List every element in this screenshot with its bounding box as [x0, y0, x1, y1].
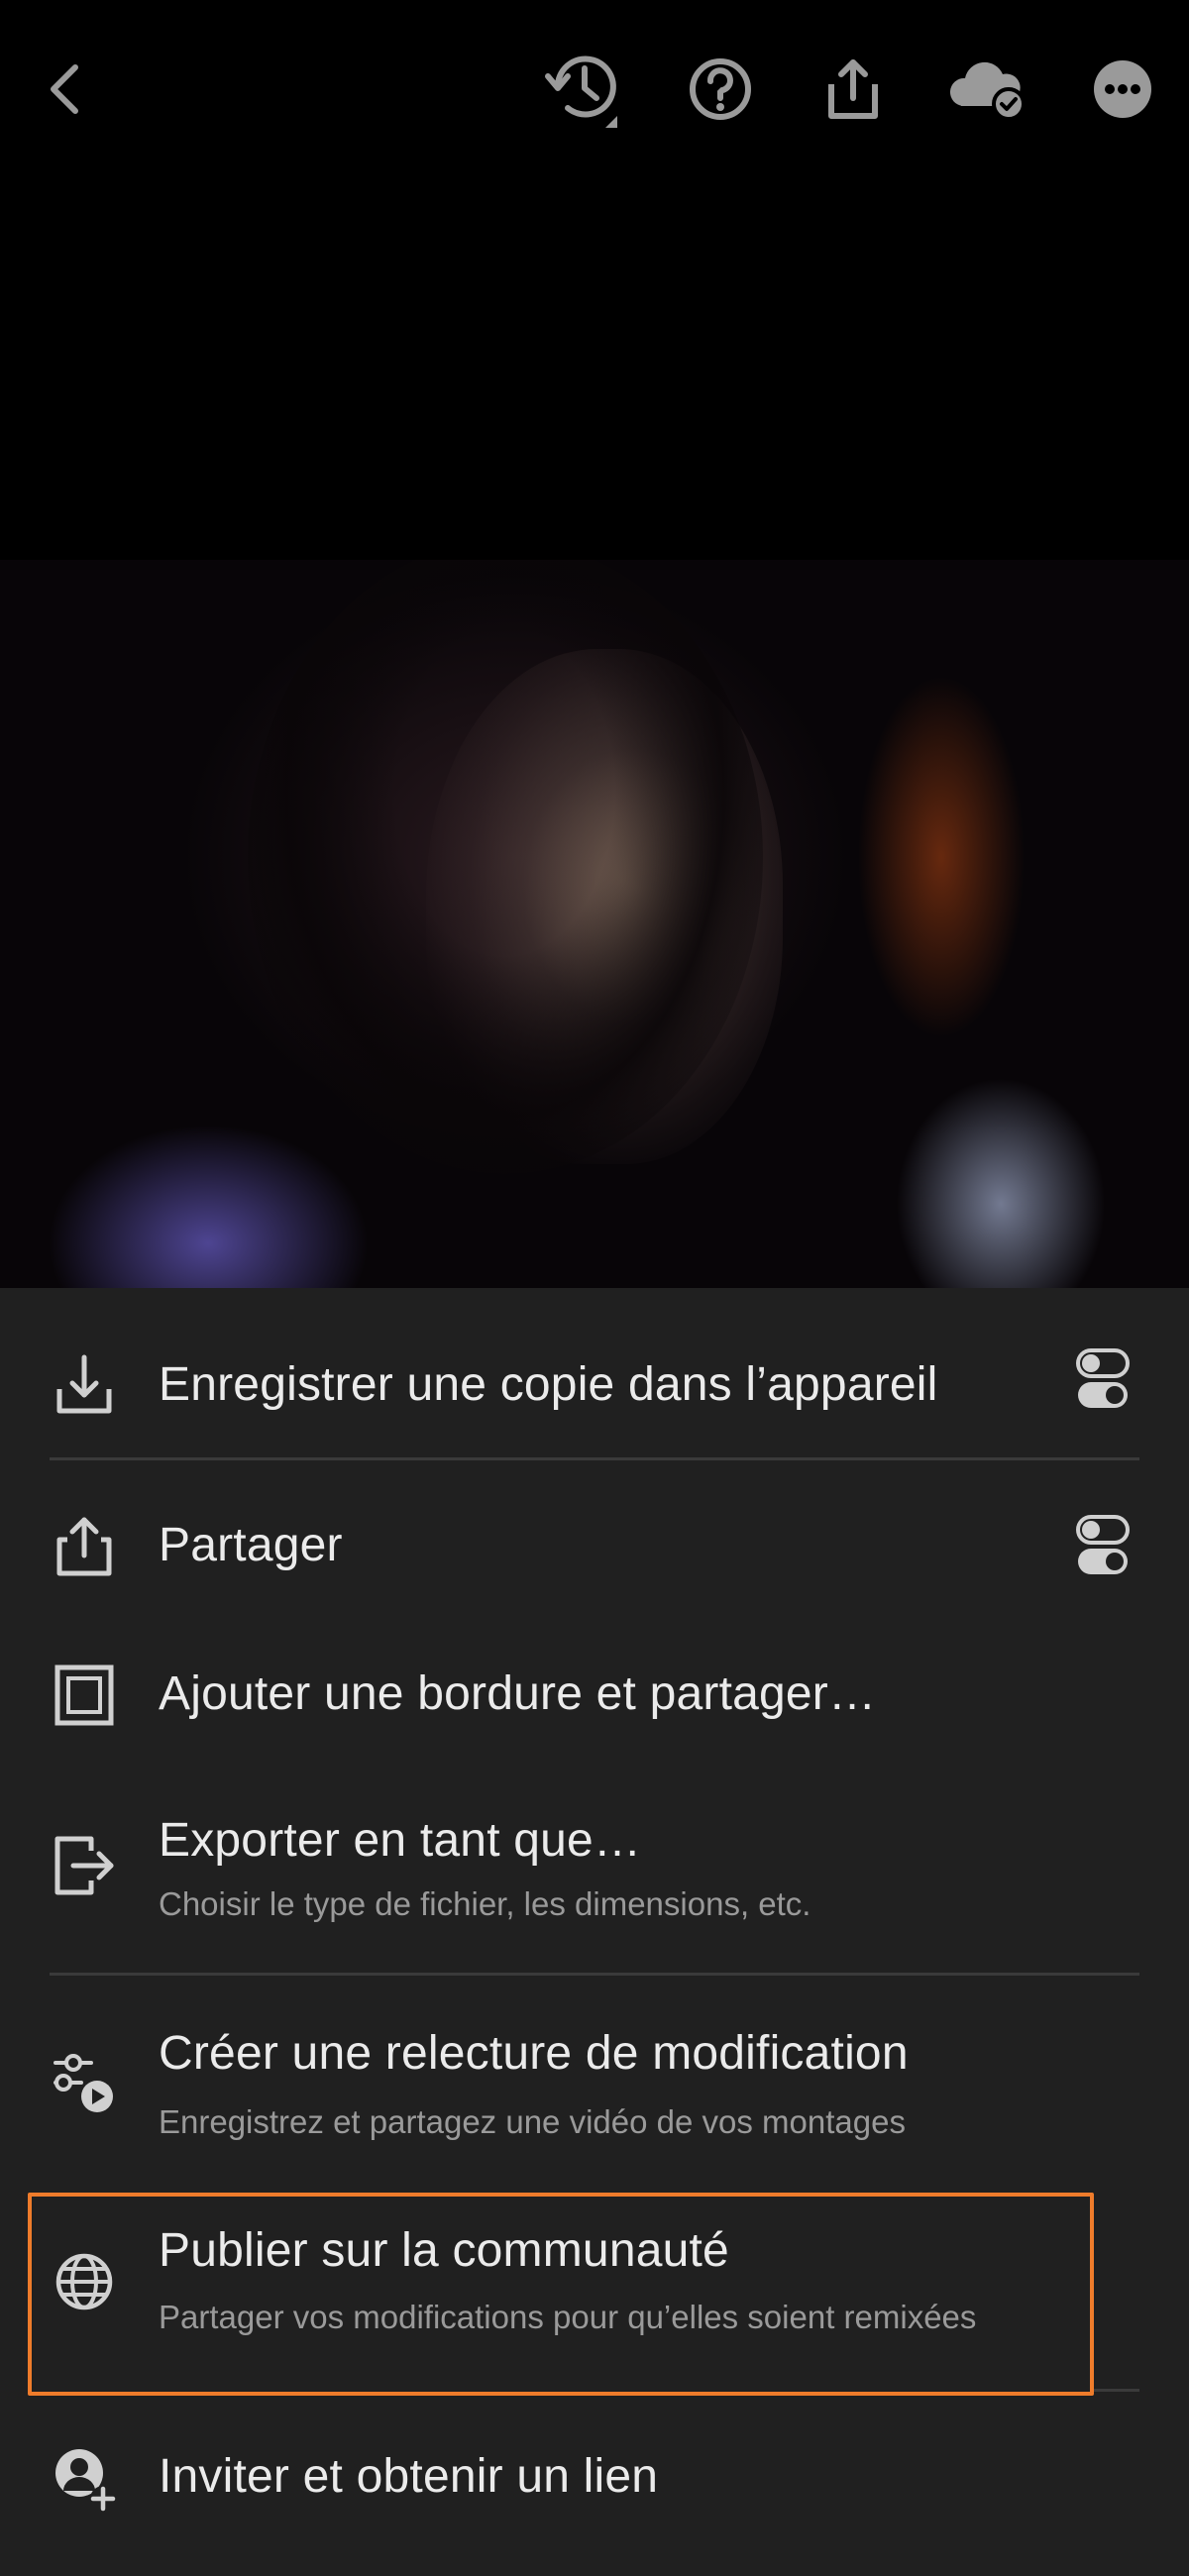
menu-item-subtitle: Choisir le type de fichier, les dimensio… [159, 1885, 811, 1922]
history-button[interactable] [540, 45, 629, 134]
divider [50, 1457, 1139, 1460]
divider [50, 1973, 1139, 1976]
history-icon [545, 55, 617, 128]
menu-item-add-border[interactable]: Ajouter une bordure et partager… [0, 1635, 1189, 1754]
help-button[interactable] [676, 45, 765, 134]
back-button[interactable] [22, 45, 111, 134]
help-icon [690, 58, 751, 120]
menu-item-title: Partager [159, 1519, 343, 1571]
photo-shadow [248, 560, 763, 1174]
cloud-synced-icon [949, 61, 1026, 121]
menu-item-title: Créer une relecture de modification [159, 2027, 909, 2080]
menu-item-share[interactable]: Partager [0, 1486, 1189, 1605]
export-icon [52, 1833, 117, 1898]
share-icon [52, 1514, 117, 1579]
invite-icon [52, 2445, 117, 2512]
menu-item-export-as[interactable]: Exporter en tant que… Choisir le type de… [0, 1783, 1189, 1952]
more-button[interactable] [1078, 45, 1167, 134]
menu-item-title: Inviter et obtenir un lien [159, 2450, 659, 2503]
border-icon [52, 1663, 117, 1728]
divider [1094, 2389, 1139, 2392]
menu-item-subtitle: Enregistrez et partagez une vidéo de vos… [159, 2103, 906, 2140]
menu-item-title: Enregistrer une copie dans l’appareil [159, 1358, 938, 1411]
back-icon [51, 64, 78, 114]
menu-item-title: Ajouter une bordure et partager… [159, 1667, 877, 1720]
menu-item-invite-link[interactable]: Inviter et obtenir un lien [0, 2417, 1189, 2536]
share-icon [828, 59, 878, 119]
download-icon [52, 1351, 117, 1417]
replay-icon [52, 2051, 117, 2116]
photo-preview [0, 560, 1189, 1288]
settings-toggle-icon[interactable] [1075, 1514, 1131, 1577]
share-top-button[interactable] [808, 45, 897, 134]
top-bar [0, 0, 1189, 178]
settings-toggle-icon[interactable] [1075, 1347, 1131, 1411]
cloud-sync-button[interactable] [943, 45, 1032, 134]
menu-item-save-copy[interactable]: Enregistrer une copie dans l’appareil [0, 1328, 1189, 1447]
more-icon [1094, 60, 1151, 118]
highlight-box [28, 2193, 1094, 2396]
menu-item-title: Exporter en tant que… [159, 1814, 642, 1867]
menu-item-create-replay[interactable]: Créer une relecture de modification Enre… [0, 2001, 1189, 2170]
